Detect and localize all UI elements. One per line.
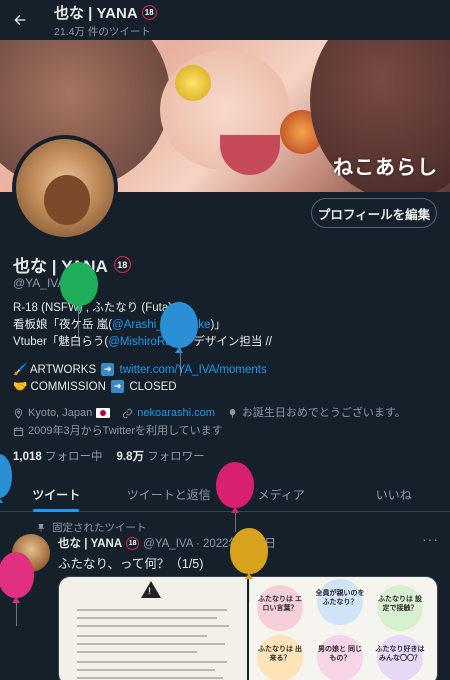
back-arrow-icon[interactable] xyxy=(0,0,40,40)
top-bar: 也な | YANA 18 21.4万 件のツイート xyxy=(0,0,450,40)
balloon-green xyxy=(60,262,98,306)
profile-bio: R-18 (NSFW) , ふたなり (Futa) // 看板娘「夜ケ岳 嵐(@… xyxy=(13,300,272,351)
media-caption: ふたなりは エロい言葉？ xyxy=(258,596,302,612)
tweet-count: 21.4万 件のツイート xyxy=(54,25,151,38)
profile-meta: Kyoto, Japan nekoarashi.com お誕生日おめでとうござい… xyxy=(13,404,406,440)
tweet-media[interactable]: ! ふたなりは エロい言葉？ 全員が親いのを ふたなり？ ふたなりは 設定で接触… xyxy=(58,576,438,680)
following-link[interactable]: 1,018 フォロー中 xyxy=(13,448,102,464)
tweet-author[interactable]: 也な | YANA xyxy=(58,535,122,551)
balloon-blue xyxy=(160,302,198,348)
arrow-right-icon: ➜ xyxy=(111,380,125,394)
followers-link[interactable]: 9.8万 フォロワー xyxy=(116,448,204,464)
r18-badge-icon: 18 xyxy=(126,536,140,550)
bio-line: Vtuber「魅白らう(@MishiroRau)」デザイン担当 // xyxy=(13,336,272,348)
link-icon xyxy=(123,408,133,418)
balloon-icon xyxy=(229,408,236,418)
calendar-icon xyxy=(13,426,24,436)
media-caption: 男の娘と 同じもの？ xyxy=(318,646,362,662)
commission-status: CLOSED xyxy=(129,381,177,393)
edit-profile-button[interactable]: プロフィールを編集 xyxy=(311,198,437,228)
balloon-gold xyxy=(230,528,268,574)
profile-handle: @YA_IVA xyxy=(13,276,66,290)
media-caption: ふたなりは 出来る？ xyxy=(258,646,302,662)
media-image-left[interactable]: ! xyxy=(59,577,247,680)
r18-badge-icon: 18 xyxy=(113,256,131,273)
header-name: 也な | YANA xyxy=(54,4,138,22)
pin-icon xyxy=(37,523,45,532)
artworks-link[interactable]: twitter.com/YA_IVA/moments xyxy=(120,364,267,376)
header-text: 也な | YANA 18 21.4万 件のツイート xyxy=(54,2,157,39)
website[interactable]: nekoarashi.com xyxy=(122,404,215,422)
bio-line: R-18 (NSFW) , ふたなり (Futa) // xyxy=(13,302,182,314)
pinned-label: 固定されたツイート xyxy=(36,520,147,535)
bio-line: 看板娘「夜ケ岳 嵐(@Arashi_Yagatake)」 xyxy=(13,319,226,331)
profile-avatar[interactable] xyxy=(12,135,118,241)
commission-row: 🤝 COMMISSION ➜ CLOSED xyxy=(13,380,177,394)
location: Kyoto, Japan xyxy=(13,404,111,422)
media-caption: ふたなり好きは みんな〇〇？ xyxy=(375,646,425,662)
profile-links: 🖌️ ARTWORKS ➜ twitter.com/YA_IVA/moments… xyxy=(13,362,267,396)
warning-icon xyxy=(141,581,161,598)
artworks-row: 🖌️ ARTWORKS ➜ twitter.com/YA_IVA/moments xyxy=(13,363,267,377)
joined-date: 2009年3月からTwitterを利用しています xyxy=(13,422,223,440)
header-title: 也な | YANA 18 xyxy=(54,2,157,23)
japan-flag-icon xyxy=(96,408,111,418)
r18-badge-icon: 18 xyxy=(141,4,157,20)
more-options-icon[interactable]: ··· xyxy=(422,531,439,547)
follow-stats: 1,018 フォロー中 9.8万 フォロワー xyxy=(13,448,205,464)
balloon-magenta xyxy=(216,462,254,508)
birthday: お誕生日おめでとうございます。 xyxy=(227,404,406,422)
banner-logo: ねこあらし xyxy=(333,155,438,179)
media-image-right[interactable]: ふたなりは エロい言葉？ 全員が親いのを ふたなり？ ふたなりは 設定で接触？ … xyxy=(249,577,437,680)
media-caption: ふたなりは 設定で接触？ xyxy=(378,596,422,612)
tweet-text: ふたなり、って何？（1/5) xyxy=(58,557,204,571)
tab-tweets[interactable]: ツイート xyxy=(0,478,113,511)
tab-tweets-and-replies[interactable]: ツイートと返信 xyxy=(113,478,226,511)
tab-likes[interactable]: いいね xyxy=(338,478,450,511)
arrow-right-icon: ➜ xyxy=(101,363,115,377)
location-pin-icon xyxy=(14,407,23,419)
media-caption: 全員が親いのを ふたなり？ xyxy=(315,590,365,606)
balloon-pink xyxy=(0,552,34,598)
